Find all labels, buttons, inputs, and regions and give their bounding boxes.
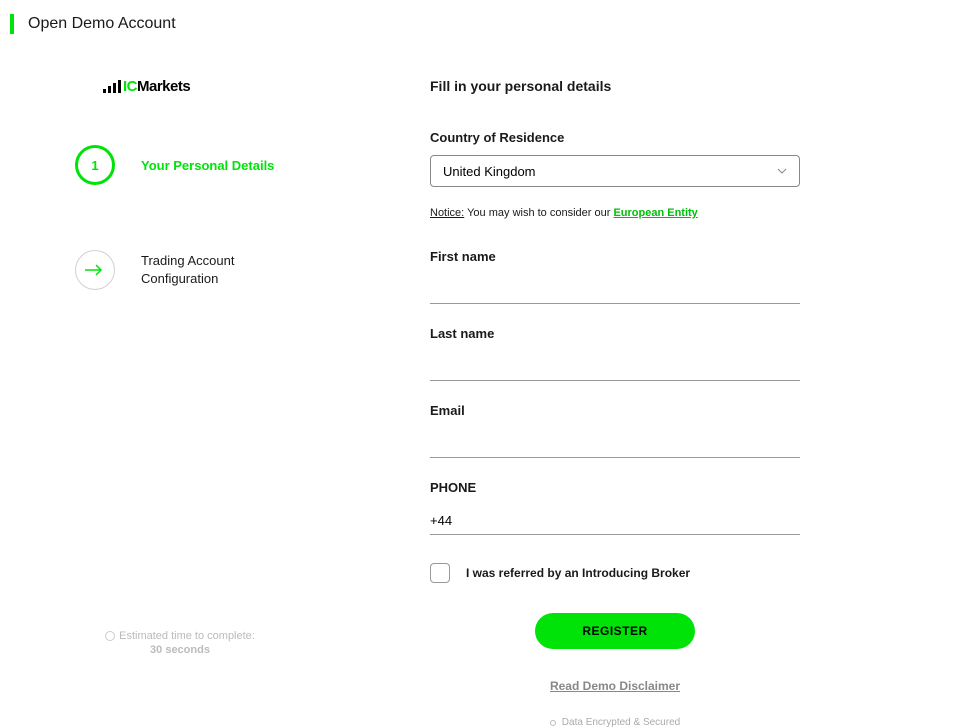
- step-personal-details[interactable]: 1 Your Personal Details: [75, 145, 430, 185]
- first-name-label: First name: [430, 249, 800, 264]
- register-button[interactable]: REGISTER: [535, 613, 695, 649]
- step-label: Your Personal Details: [141, 158, 274, 173]
- phone-input[interactable]: +44: [430, 505, 800, 535]
- notice-text: Notice: You may wish to consider our Eur…: [430, 207, 800, 219]
- last-name-label: Last name: [430, 326, 800, 341]
- page-title: Open Demo Account: [28, 15, 176, 33]
- step-number-circle: 1: [75, 145, 115, 185]
- page-header: Open Demo Account: [0, 0, 980, 48]
- referral-checkbox-row: I was referred by an Introducing Broker: [430, 563, 800, 583]
- country-label: Country of Residence: [430, 130, 800, 145]
- country-select[interactable]: United Kingdom: [430, 155, 800, 187]
- logo-text: ICMarkets: [123, 78, 190, 95]
- last-name-input[interactable]: [430, 351, 800, 381]
- referral-checkbox[interactable]: [430, 563, 450, 583]
- step-arrow-circle: [75, 250, 115, 290]
- european-entity-link[interactable]: European Entity: [613, 207, 697, 219]
- email-label: Email: [430, 403, 800, 418]
- logo-bars-icon: [103, 80, 121, 93]
- disclaimer-link[interactable]: Read Demo Disclaimer: [430, 679, 800, 693]
- first-name-input[interactable]: [430, 274, 800, 304]
- step-trading-config[interactable]: Trading Account Configuration: [75, 250, 430, 290]
- phone-label: PHONE: [430, 480, 800, 495]
- logo: ICMarkets: [103, 78, 430, 95]
- country-value: United Kingdom: [443, 164, 536, 179]
- step-label: Trading Account Configuration: [141, 252, 234, 288]
- lock-icon: [550, 720, 556, 726]
- referral-label: I was referred by an Introducing Broker: [466, 566, 690, 580]
- form-panel: Fill in your personal details Country of…: [430, 78, 800, 728]
- accent-bar: [10, 14, 14, 34]
- form-title: Fill in your personal details: [430, 78, 800, 94]
- estimate-footer: Estimated time to complete: 30 seconds: [75, 630, 285, 656]
- arrow-right-icon: [85, 260, 105, 281]
- encrypted-notice: Data Encrypted & Secured: [430, 717, 800, 728]
- clock-icon: [105, 631, 115, 641]
- main-container: ICMarkets 1 Your Personal Details Tradin…: [0, 48, 980, 728]
- email-input[interactable]: [430, 428, 800, 458]
- chevron-down-icon: [777, 166, 787, 176]
